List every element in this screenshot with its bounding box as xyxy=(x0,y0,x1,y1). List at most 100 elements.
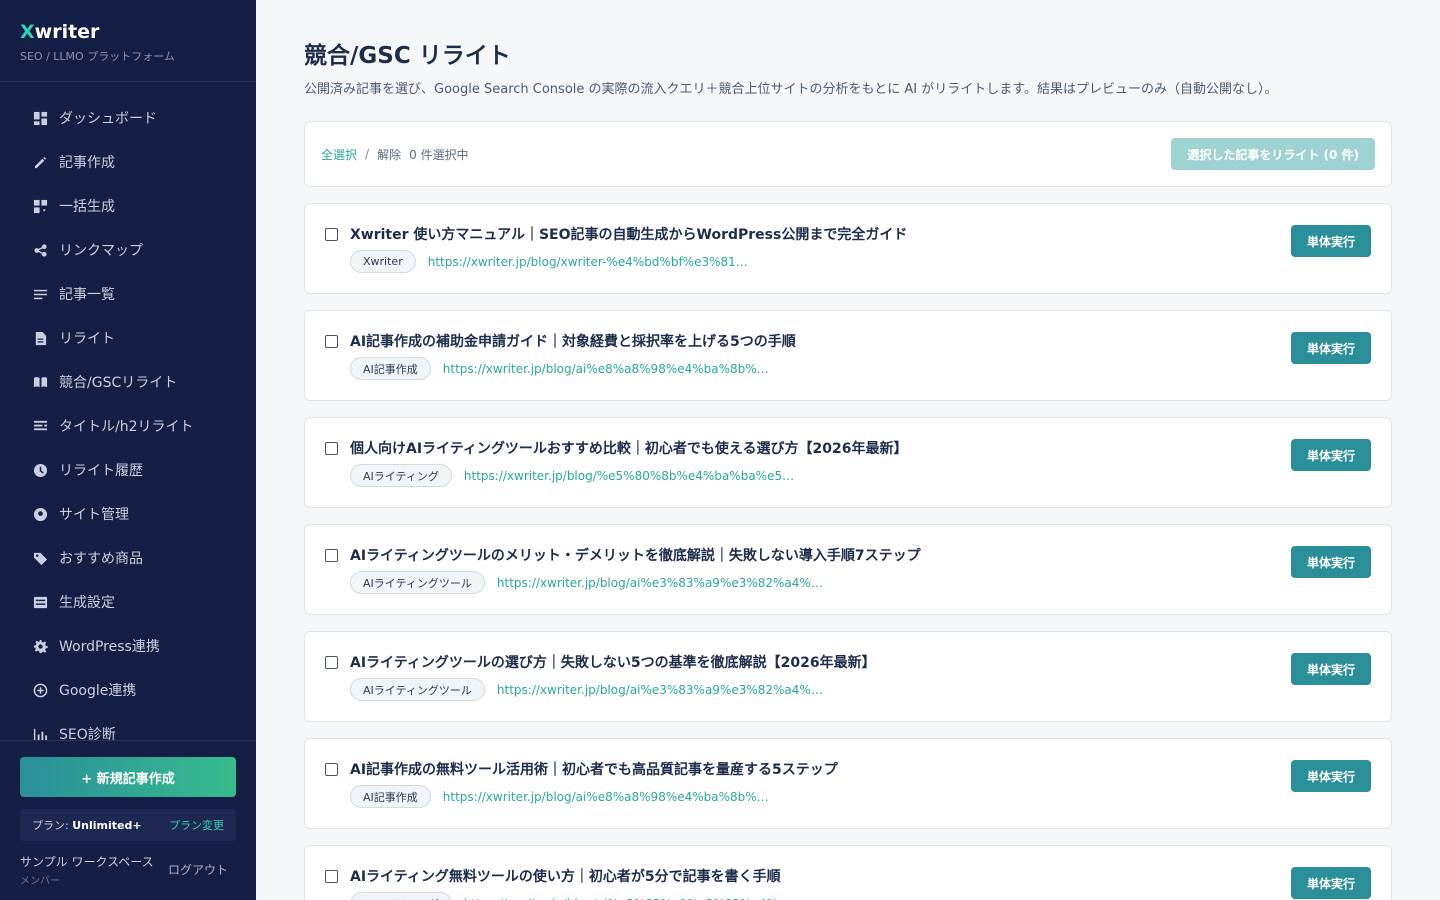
run-single-button[interactable]: 単体実行 xyxy=(1291,653,1371,685)
sidebar-item-8[interactable]: リライト履歴 xyxy=(0,448,256,492)
sidebar-item-label: 記事一覧 xyxy=(59,287,115,303)
plan-change-link[interactable]: プラン変更 xyxy=(169,817,224,833)
sidebar-item-6[interactable]: 競合/GSCリライト xyxy=(0,360,256,404)
article-url-link[interactable]: https://xwriter.jp/blog/ai%e8%a8%98%e4%b… xyxy=(443,790,769,804)
sidebar-item-3[interactable]: リンクマップ xyxy=(0,228,256,272)
sidebar-bottom: + 新規記事作成 プラン: Unlimited+ プラン変更 サンプル ワークス… xyxy=(0,740,256,900)
article-tag: AIライティングツール xyxy=(350,678,485,701)
chart-icon xyxy=(32,726,48,740)
article-checkbox[interactable] xyxy=(325,335,338,348)
main-content: 競合/GSC リライト 公開済み記事を選び、Google Search Cons… xyxy=(304,40,1392,900)
article-meta: AIライティング https://xwriter.jp/blog/%e5%80%8… xyxy=(350,464,794,487)
logout-button[interactable]: ログアウト xyxy=(168,861,228,878)
run-single-button[interactable]: 単体実行 xyxy=(1291,332,1371,364)
sidebar-item-12[interactable]: WordPress連携 xyxy=(0,624,256,668)
article-title: AIライティングツールのメリット・デメリットを徹底解説｜失敗しない導入手順7ステ… xyxy=(350,548,921,564)
article-tag: AI記事作成 xyxy=(350,785,431,808)
brand-logo[interactable]: Xwriter xyxy=(20,20,236,44)
brand-logo-x: X xyxy=(20,21,35,43)
sidebar-item-9[interactable]: サイト管理 xyxy=(0,492,256,536)
article-card: Xwriter 使い方マニュアル｜SEO記事の自動生成からWordPress公開… xyxy=(304,203,1392,294)
sidebar-item-label: 競合/GSCリライト xyxy=(59,375,178,391)
sidebar-item-14[interactable]: SEO診断 xyxy=(0,712,256,740)
article-url-link[interactable]: https://xwriter.jp/blog/ai%e3%83%a9%e3%8… xyxy=(464,897,790,900)
article-tag: AI記事作成 xyxy=(350,357,431,380)
sidebar-item-label: サイト管理 xyxy=(59,507,129,523)
sidebar-item-label: 記事作成 xyxy=(59,155,115,171)
sidebar-item-7[interactable]: タイトル/h2リライト xyxy=(0,404,256,448)
selected-count: 0 件選択中 xyxy=(409,147,469,162)
article-checkbox[interactable] xyxy=(325,549,338,562)
article-url-link[interactable]: https://xwriter.jp/blog/ai%e3%83%a9%e3%8… xyxy=(497,683,823,697)
article-checkbox[interactable] xyxy=(325,763,338,776)
article-meta: AI記事作成 https://xwriter.jp/blog/ai%e8%a8%9… xyxy=(350,785,769,808)
article-tag: Xwriter xyxy=(350,250,416,273)
plan-value: Unlimited+ xyxy=(72,819,142,832)
article-url-link[interactable]: https://xwriter.jp/blog/xwriter-%e4%bd%b… xyxy=(428,255,748,269)
article-url-link[interactable]: https://xwriter.jp/blog/ai%e8%a8%98%e4%b… xyxy=(443,362,769,376)
sidebar-item-4[interactable]: 記事一覧 xyxy=(0,272,256,316)
plan-label: プラン: Unlimited+ xyxy=(32,817,142,833)
sidebar-item-10[interactable]: おすすめ商品 xyxy=(0,536,256,580)
workspace-info: サンプル ワークスペース メンバー xyxy=(20,853,154,887)
sidebar-item-5[interactable]: リライト xyxy=(0,316,256,360)
article-checkbox[interactable] xyxy=(325,656,338,669)
article-checkbox[interactable] xyxy=(325,870,338,883)
brand: Xwriter SEO / LLMO プラットフォーム xyxy=(0,0,256,82)
clear-selection-link[interactable]: 解除 xyxy=(377,146,401,163)
workspace-name: サンプル ワークスペース xyxy=(20,855,154,869)
run-single-button[interactable]: 単体実行 xyxy=(1291,225,1371,257)
brand-subtitle: SEO / LLMO プラットフォーム xyxy=(20,50,175,63)
sidebar-item-label: WordPress連携 xyxy=(59,639,160,655)
workspace-role: メンバー xyxy=(20,876,60,887)
pencil-icon xyxy=(32,154,48,170)
article-title: AI記事作成の無料ツール活用術｜初心者でも高品質記事を量産する5ステップ xyxy=(350,762,838,778)
workspace-row: サンプル ワークスペース メンバー ログアウト xyxy=(20,853,236,887)
article-title: Xwriter 使い方マニュアル｜SEO記事の自動生成からWordPress公開… xyxy=(350,227,908,243)
grid-icon xyxy=(32,198,48,214)
sidebar-item-label: リライト xyxy=(59,331,115,347)
tag-icon xyxy=(32,550,48,566)
gear-icon xyxy=(32,638,48,654)
document-icon xyxy=(32,330,48,346)
article-url-link[interactable]: https://xwriter.jp/blog/%e5%80%8b%e4%ba%… xyxy=(464,469,794,483)
sidebar-item-label: リンクマップ xyxy=(59,243,143,259)
article-title: AIライティングツールの選び方｜失敗しない5つの基準を徹底解説【2026年最新】 xyxy=(350,655,876,671)
article-card: 個人向けAIライティングツールおすすめ比較｜初心者でも使える選び方【2026年最… xyxy=(304,417,1392,508)
new-article-button[interactable]: + 新規記事作成 xyxy=(20,757,236,797)
sidebar-item-label: 一括生成 xyxy=(59,199,115,215)
brand-logo-text: writer xyxy=(34,21,100,43)
sidebar-item-label: Google連携 xyxy=(59,683,137,699)
article-url-link[interactable]: https://xwriter.jp/blog/ai%e3%83%a9%e3%8… xyxy=(497,576,823,590)
rewrite-selected-button[interactable]: 選択した記事をリライト (0 件) xyxy=(1171,138,1375,170)
heading-icon xyxy=(32,418,48,434)
run-single-button[interactable]: 単体実行 xyxy=(1291,439,1371,471)
sidebar-item-label: 生成設定 xyxy=(59,595,115,611)
article-checkbox[interactable] xyxy=(325,228,338,241)
settings-box-icon xyxy=(32,594,48,610)
sidebar-item-11[interactable]: 生成設定 xyxy=(0,580,256,624)
run-single-button[interactable]: 単体実行 xyxy=(1291,546,1371,578)
plan-label-text: プラン: xyxy=(32,819,69,832)
sidebar-item-2[interactable]: 一括生成 xyxy=(0,184,256,228)
selection-bar: 全選択 / 解除 0 件選択中 選択した記事をリライト (0 件) xyxy=(304,121,1392,187)
article-meta: AIライティングツール https://xwriter.jp/blog/ai%e3… xyxy=(350,571,823,594)
article-meta: AIライティング https://xwriter.jp/blog/ai%e3%83… xyxy=(350,892,790,900)
sidebar-item-label: おすすめ商品 xyxy=(59,551,143,567)
plan-box: プラン: Unlimited+ プラン変更 xyxy=(20,809,236,841)
article-checkbox[interactable] xyxy=(325,442,338,455)
site-icon xyxy=(32,506,48,522)
run-single-button[interactable]: 単体実行 xyxy=(1291,760,1371,792)
article-tag: AIライティング xyxy=(350,464,452,487)
sidebar-item-0[interactable]: ダッシュボード xyxy=(0,96,256,140)
sidebar-item-13[interactable]: Google連携 xyxy=(0,668,256,712)
sidebar: Xwriter SEO / LLMO プラットフォーム ダッシュボード記事作成一… xyxy=(0,0,256,900)
article-tag: AIライティングツール xyxy=(350,571,485,594)
run-single-button[interactable]: 単体実行 xyxy=(1291,867,1371,899)
article-meta: AIライティングツール https://xwriter.jp/blog/ai%e3… xyxy=(350,678,823,701)
article-card: AI記事作成の補助金申請ガイド｜対象経費と採択率を上げる5つの手順 AI記事作成 h… xyxy=(304,310,1392,401)
select-all-link[interactable]: 全選択 xyxy=(321,146,357,163)
article-card: AI記事作成の無料ツール活用術｜初心者でも高品質記事を量産する5ステップ AI記事… xyxy=(304,738,1392,829)
sidebar-item-1[interactable]: 記事作成 xyxy=(0,140,256,184)
article-meta: Xwriter https://xwriter.jp/blog/xwriter-%… xyxy=(350,250,748,273)
